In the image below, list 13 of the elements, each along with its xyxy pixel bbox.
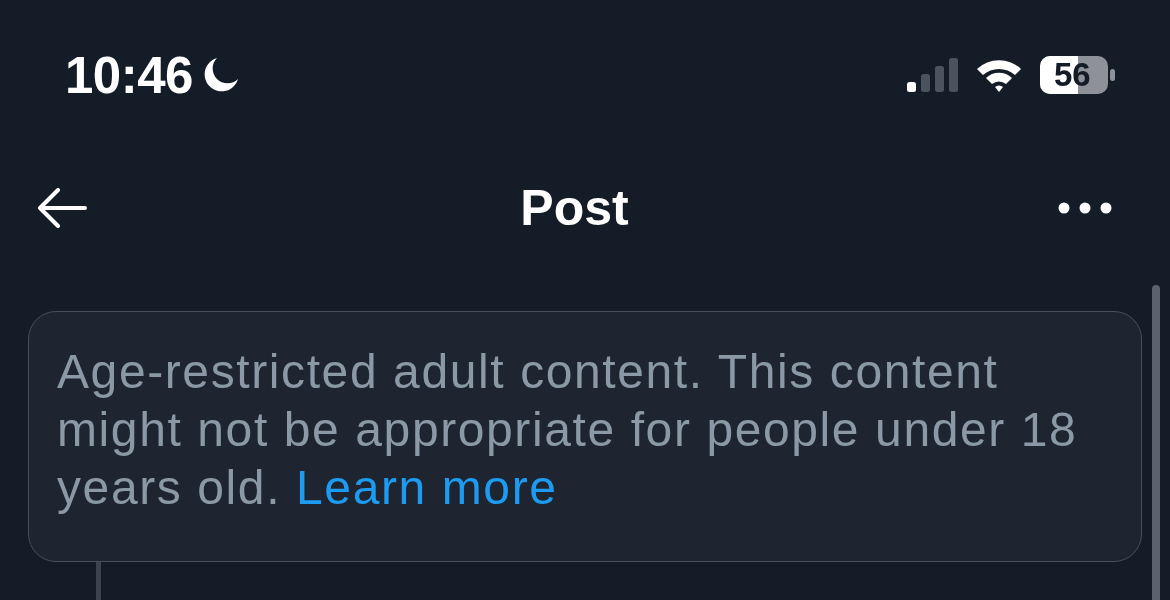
battery-icon [1040,56,1115,94]
status-time: 10:46 [65,49,193,101]
learn-more-link[interactable]: Learn more [296,461,558,514]
moon-icon [202,57,239,93]
more-options-button[interactable] [1058,201,1112,214]
battery-percentage: 56 [1054,59,1091,91]
back-button[interactable] [37,187,87,228]
signal-icon [907,58,958,92]
more-icon [1058,201,1112,214]
back-arrow-icon [37,187,87,228]
page-title: Post [520,182,629,233]
wifi-icon [975,57,1023,93]
age-restriction-notice: Age-restricted adult content. This content might not be appropriate for people under 18 years old. Learn more [57,344,1079,516]
